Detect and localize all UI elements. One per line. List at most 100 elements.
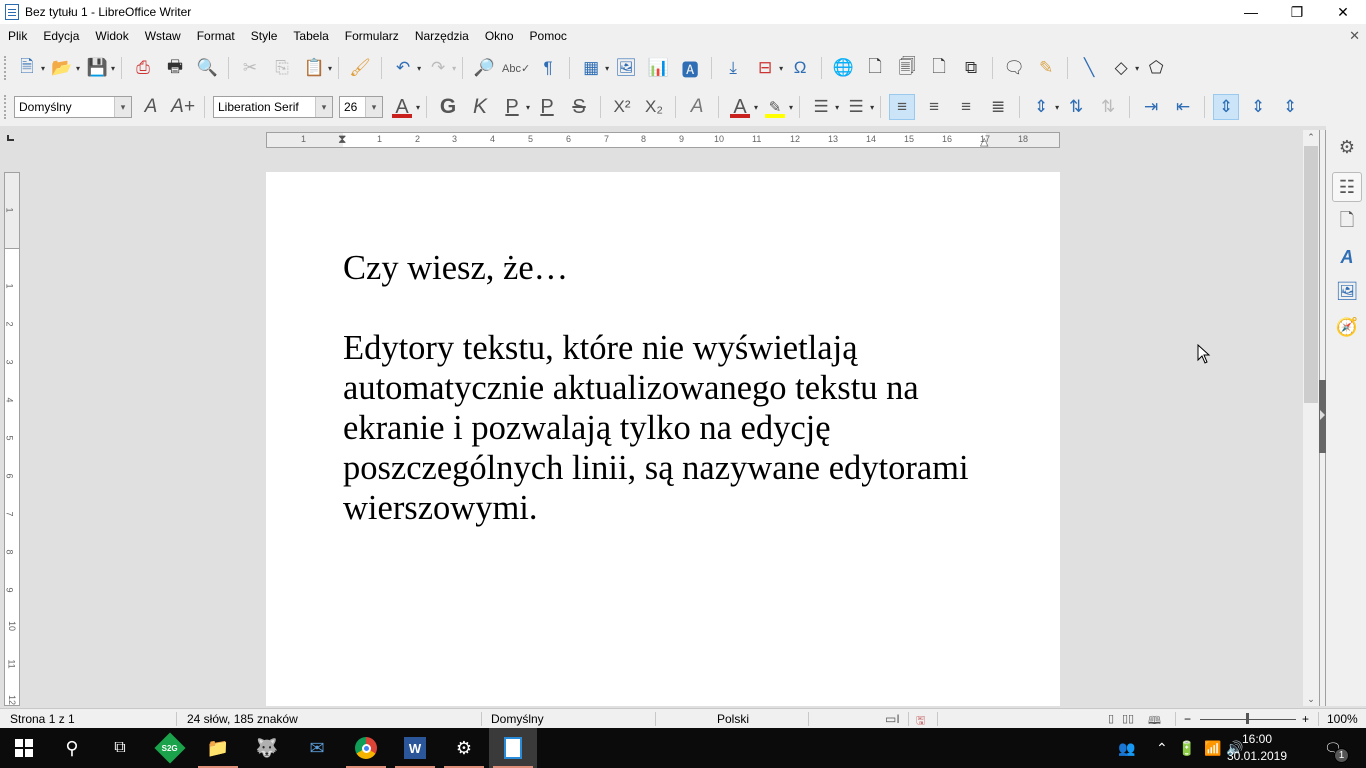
toolbar-grip[interactable]	[4, 95, 7, 119]
justify-button[interactable]: ≣	[985, 94, 1011, 120]
empty-paragraph[interactable]	[343, 288, 993, 328]
s2g-app[interactable]: S2G	[146, 728, 194, 768]
spelling-icon[interactable]: Abc✓	[502, 55, 530, 81]
zoom-out-button[interactable]: −	[1184, 712, 1191, 726]
menu-tabela[interactable]: Tabela	[293, 27, 328, 45]
strikethrough-button[interactable]: S	[566, 94, 592, 120]
clone-formatting-icon[interactable]: 🖌	[347, 55, 373, 81]
minimize-button[interactable]: —	[1228, 0, 1274, 24]
menu-widok[interactable]: Widok	[95, 27, 128, 45]
clock[interactable]: 16:00 30.01.2019	[1226, 731, 1288, 765]
save-dropdown[interactable]: ▾	[111, 64, 115, 73]
menu-wstaw[interactable]: Wstaw	[145, 27, 181, 45]
restore-button[interactable]: ❐	[1274, 0, 1320, 24]
new-dropdown[interactable]: ▾	[41, 64, 45, 73]
word-icon[interactable]: W	[391, 728, 439, 768]
libreoffice-writer-icon[interactable]	[489, 728, 537, 768]
increase-paragraph-spacing-icon[interactable]: ⇅	[1063, 94, 1089, 120]
font-color-2-dropdown[interactable]: ▾	[754, 103, 758, 112]
table-dropdown[interactable]: ▾	[605, 64, 609, 73]
menu-style[interactable]: Style	[251, 27, 278, 45]
hyperlink-icon[interactable]: 🌐	[830, 55, 856, 81]
document-heading[interactable]: Czy wiesz, że…	[343, 248, 993, 288]
line-spacing-dropdown[interactable]: ▾	[1055, 103, 1059, 112]
paragraph-line[interactable]: automatycznie aktualizowanego tekstu na	[343, 368, 993, 408]
page-style[interactable]: Domyślny	[491, 712, 544, 726]
horizontal-ruler[interactable]: 1 1 2 3 4 5 6 7 8 9 10 11 12 13 14 15 16…	[266, 132, 1060, 148]
insert-line-icon[interactable]: ╲	[1076, 55, 1102, 81]
zoom-in-button[interactable]: +	[1302, 712, 1309, 726]
battery-icon[interactable]: 🔋	[1178, 728, 1195, 768]
navigator-icon[interactable]: 🧭	[1332, 312, 1362, 342]
toolbar-grip[interactable]	[4, 56, 7, 80]
numbered-list-dropdown[interactable]: ▾	[870, 103, 874, 112]
undo-dropdown[interactable]: ▾	[417, 64, 421, 73]
bookmark-icon[interactable]: 🗋	[926, 55, 952, 81]
footnote-icon[interactable]: 🗋	[862, 55, 888, 81]
chevron-down-icon[interactable]: ▾	[365, 97, 382, 117]
field-dropdown[interactable]: ▾	[779, 64, 783, 73]
print-preview-icon[interactable]: 🔍	[194, 55, 220, 81]
special-character-icon[interactable]: Ω	[787, 55, 813, 81]
track-changes-icon[interactable]: ✎	[1033, 55, 1059, 81]
insert-mode-icon[interactable]: ▭I	[885, 712, 900, 726]
draw-functions-icon[interactable]: ⬠	[1143, 55, 1169, 81]
highlight-icon[interactable]: ✎	[762, 94, 788, 120]
properties-icon[interactable]: ☷	[1332, 172, 1362, 202]
page-icon[interactable]: 🗋	[1332, 208, 1362, 238]
endnote-icon[interactable]: 🗐	[894, 55, 920, 81]
double-underline-button[interactable]: P	[534, 94, 560, 120]
font-color-dropdown[interactable]: ▾	[416, 103, 420, 112]
zoom-level[interactable]: 100%	[1327, 712, 1358, 726]
people-icon[interactable]: 👥	[1118, 728, 1135, 768]
paragraph-style-combo[interactable]: Domyślny ▾	[14, 96, 132, 118]
search-icon[interactable]: ⚲	[48, 728, 96, 768]
redo-icon[interactable]: ↷	[425, 55, 451, 81]
paragraph-line[interactable]: poszczególnych linii, są nazywane edytor…	[343, 448, 993, 488]
underline-dropdown[interactable]: ▾	[526, 103, 530, 112]
comment-icon[interactable]: 🗨	[1001, 55, 1027, 81]
paste-icon[interactable]: 📋	[301, 55, 327, 81]
line-spacing-1-button[interactable]: ⇕	[1213, 94, 1240, 120]
basic-shapes-icon[interactable]: ◇	[1108, 55, 1134, 81]
scroll-down-icon[interactable]: ⌄	[1303, 692, 1319, 706]
menu-narzedzia[interactable]: Narzędzia	[415, 27, 469, 45]
scroll-up-icon[interactable]: ⌃	[1303, 130, 1319, 144]
decrease-indent-icon[interactable]: ⇤	[1170, 94, 1196, 120]
italic-button[interactable]: K	[467, 94, 493, 120]
gallery-icon[interactable]: 🖼	[1332, 276, 1362, 306]
vertical-ruler[interactable]: 1 1 2 3 4 5 6 7 8 9 10 11 12	[4, 172, 20, 706]
decrease-paragraph-spacing-icon[interactable]: ⇅	[1095, 94, 1121, 120]
bullet-list-icon[interactable]: ☰	[808, 94, 834, 120]
insert-table-icon[interactable]: ▦	[578, 55, 604, 81]
document-content[interactable]: Czy wiesz, że… Edytory tekstu, które nie…	[343, 248, 993, 528]
menu-okno[interactable]: Okno	[485, 27, 514, 45]
undo-icon[interactable]: ↶	[390, 55, 416, 81]
document-page[interactable]: Czy wiesz, że… Edytory tekstu, które nie…	[266, 172, 1060, 706]
new-style-icon[interactable]: A+	[170, 94, 196, 120]
clear-formatting-icon[interactable]: A	[684, 94, 710, 120]
line-spacing-2-button[interactable]: ⇕	[1277, 94, 1303, 120]
file-explorer-icon[interactable]: 📁	[194, 728, 242, 768]
save-icon[interactable]: 💾	[84, 55, 110, 81]
scrollbar-thumb[interactable]	[1304, 146, 1318, 403]
font-color-2-icon[interactable]: A	[727, 94, 753, 120]
paste-dropdown[interactable]: ▾	[328, 64, 332, 73]
language[interactable]: Polski	[717, 712, 749, 726]
menu-formularz[interactable]: Formularz	[345, 27, 399, 45]
open-dropdown[interactable]: ▾	[76, 64, 80, 73]
show-hidden-icons-icon[interactable]: ⌃	[1156, 728, 1168, 768]
bold-button[interactable]: G	[435, 94, 461, 120]
gear-icon[interactable]: ⚙	[1332, 132, 1362, 162]
thunderbird-icon[interactable]: ✉	[293, 728, 341, 768]
insert-field-icon[interactable]: ⊟	[752, 55, 778, 81]
line-spacing-icon[interactable]: ⇕	[1028, 94, 1054, 120]
numbered-list-icon[interactable]: ☰	[843, 94, 869, 120]
font-name-combo[interactable]: Liberation Serif ▾	[213, 96, 333, 118]
bullet-list-dropdown[interactable]: ▾	[835, 103, 839, 112]
font-color-icon[interactable]: A	[389, 94, 415, 120]
copy-icon[interactable]: ⎘	[269, 55, 295, 81]
open-icon[interactable]: 📂	[49, 55, 75, 81]
indent-marker[interactable]: ⧗	[338, 132, 346, 147]
right-indent-marker[interactable]: △	[980, 135, 988, 148]
